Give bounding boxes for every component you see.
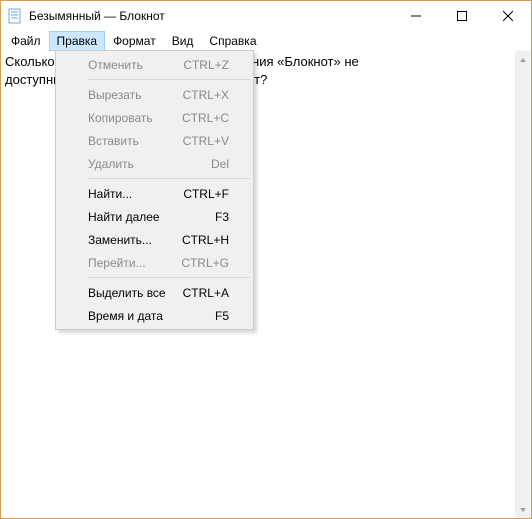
- menu-view-label: Вид: [172, 34, 194, 48]
- menu-format-label: Формат: [113, 34, 156, 48]
- menu-item-label: Удалить: [88, 157, 211, 171]
- menu-item-replace[interactable]: Заменить...CTRL+H: [58, 228, 251, 251]
- menu-file[interactable]: Файл: [3, 31, 49, 51]
- menu-item-shortcut: CTRL+F: [183, 187, 229, 201]
- menu-edit-label: Правка: [57, 34, 98, 48]
- maximize-button[interactable]: [439, 1, 485, 31]
- menu-separator: [88, 277, 250, 278]
- menu-item-shortcut: CTRL+C: [182, 111, 229, 125]
- edit-menu-dropdown: ОтменитьCTRL+Z ВырезатьCTRL+X Копировать…: [55, 50, 254, 330]
- app-icon: [7, 8, 23, 24]
- menu-item-shortcut: F5: [215, 309, 229, 323]
- menu-item-label: Найти далее: [88, 210, 215, 224]
- menu-help-label: Справка: [209, 34, 256, 48]
- close-button[interactable]: [485, 1, 531, 31]
- menu-help[interactable]: Справка: [201, 31, 264, 51]
- scroll-down-icon[interactable]: [515, 501, 531, 518]
- menu-format[interactable]: Формат: [105, 31, 164, 51]
- menu-item-goto[interactable]: Перейти...CTRL+G: [58, 251, 251, 274]
- menu-item-shortcut: Del: [211, 157, 229, 171]
- menu-item-label: Вставить: [88, 134, 183, 148]
- minimize-button[interactable]: [393, 1, 439, 31]
- menubar: Файл Правка Формат Вид Справка: [1, 31, 531, 51]
- scroll-up-icon[interactable]: [515, 51, 531, 68]
- menu-item-shortcut: CTRL+Z: [183, 58, 229, 72]
- menu-item-label: Заменить...: [88, 233, 182, 247]
- menu-item-shortcut: CTRL+G: [181, 256, 229, 270]
- menu-item-label: Время и дата: [88, 309, 215, 323]
- menu-item-shortcut: F3: [215, 210, 229, 224]
- menu-item-label: Перейти...: [88, 256, 181, 270]
- menu-file-label: Файл: [11, 34, 41, 48]
- menu-item-shortcut: CTRL+V: [183, 134, 229, 148]
- titlebar: Безымянный — Блокнот: [1, 1, 531, 31]
- menu-item-paste[interactable]: ВставитьCTRL+V: [58, 129, 251, 152]
- menu-item-datetime[interactable]: Время и датаF5: [58, 304, 251, 327]
- menu-item-copy[interactable]: КопироватьCTRL+C: [58, 106, 251, 129]
- menu-item-label: Копировать: [88, 111, 182, 125]
- menu-separator: [88, 79, 250, 80]
- menu-item-label: Отменить: [88, 58, 183, 72]
- menu-item-shortcut: CTRL+A: [183, 286, 229, 300]
- menu-item-undo[interactable]: ОтменитьCTRL+Z: [58, 53, 251, 76]
- menu-item-shortcut: CTRL+H: [182, 233, 229, 247]
- menu-item-findnext[interactable]: Найти далееF3: [58, 205, 251, 228]
- menu-edit[interactable]: Правка: [49, 31, 106, 51]
- vertical-scrollbar[interactable]: [514, 51, 531, 518]
- menu-item-cut[interactable]: ВырезатьCTRL+X: [58, 83, 251, 106]
- menu-item-selectall[interactable]: Выделить всеCTRL+A: [58, 281, 251, 304]
- scroll-track[interactable]: [515, 68, 531, 501]
- menu-item-label: Найти...: [88, 187, 183, 201]
- window-title: Безымянный — Блокнот: [29, 9, 165, 23]
- menu-item-shortcut: CTRL+X: [183, 88, 229, 102]
- menu-item-label: Вырезать: [88, 88, 183, 102]
- menu-item-find[interactable]: Найти...CTRL+F: [58, 182, 251, 205]
- menu-view[interactable]: Вид: [164, 31, 202, 51]
- menu-separator: [88, 178, 250, 179]
- menu-item-delete[interactable]: УдалитьDel: [58, 152, 251, 175]
- menu-item-label: Выделить все: [88, 286, 183, 300]
